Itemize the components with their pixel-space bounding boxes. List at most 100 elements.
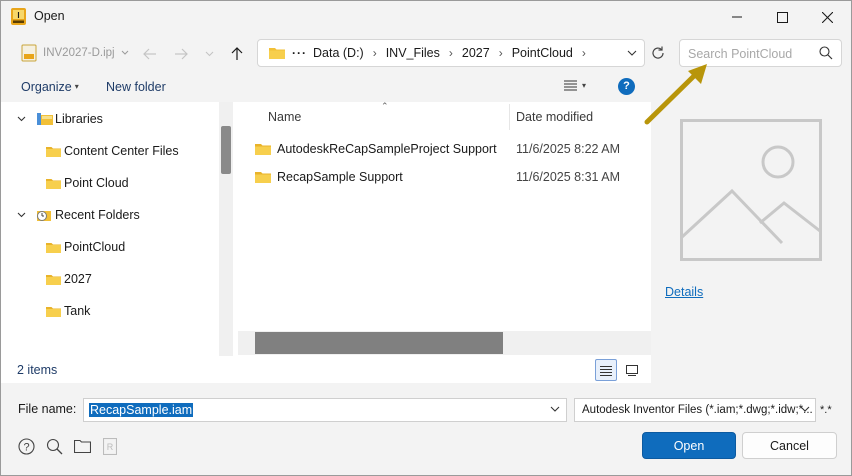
maximize-button[interactable] [759, 1, 805, 33]
breadcrumb-inv-files[interactable]: INV_Files [386, 46, 440, 60]
up-button[interactable] [226, 43, 248, 65]
history-dropdown[interactable] [198, 43, 220, 65]
file-row[interactable]: AutodeskReCapSampleProject Support 11/6/… [255, 138, 645, 160]
organize-label: Organize [21, 80, 72, 94]
folder-icon [46, 306, 61, 317]
help-button[interactable]: ? [618, 78, 635, 95]
search-icon [46, 438, 62, 454]
open-dialog: I Open INV2027-D.ipj ··· Data (D:) › INV… [0, 0, 852, 476]
libraries-icon [37, 113, 53, 125]
navigation-scrollbar[interactable] [219, 102, 233, 356]
refresh-icon[interactable] [649, 44, 667, 62]
back-button[interactable] [139, 43, 161, 65]
chevron-right-icon[interactable]: › [449, 46, 453, 60]
file-name: RecapSample Support [277, 170, 403, 184]
minimize-icon [732, 16, 742, 18]
recent-locations-dropdown[interactable]: INV2027-D.ipj [21, 44, 129, 62]
tree-item-point-cloud[interactable]: Point Cloud [46, 173, 129, 193]
horizontal-scrollbar[interactable] [238, 331, 651, 355]
forward-arrow-icon [175, 48, 188, 60]
folder-icon [46, 178, 61, 189]
inventor-app-icon: I [11, 8, 26, 25]
forward-button[interactable] [170, 43, 192, 65]
tree-item-label: 2027 [64, 272, 92, 286]
open-button[interactable]: Open [642, 432, 736, 459]
recent-folders-icon [37, 211, 51, 221]
large-icons-view-button[interactable] [621, 359, 643, 381]
maximize-icon [776, 11, 788, 23]
tree-item-label: Content Center Files [64, 144, 179, 158]
chevron-right-icon[interactable]: › [373, 46, 377, 60]
help-icon-button[interactable]: ? [17, 437, 35, 455]
search-icon [819, 46, 833, 60]
tree-item-content-center-files[interactable]: Content Center Files [46, 141, 179, 161]
tree-item-recent-folders[interactable]: Recent Folders [1, 205, 217, 225]
find-button[interactable] [45, 437, 63, 455]
file-date: 11/6/2025 8:31 AM [516, 170, 621, 184]
tree-item-label: Recent Folders [55, 208, 140, 222]
folder-icon [46, 274, 61, 285]
close-button[interactable] [804, 1, 850, 33]
organize-menu[interactable]: Organize ▾ [21, 80, 79, 94]
minimize-button[interactable] [714, 1, 760, 33]
breadcrumb-pointcloud[interactable]: PointCloud [512, 46, 573, 60]
file-name-input[interactable]: RecapSample.iam [83, 398, 567, 422]
tree-item-label: Tank [64, 304, 91, 318]
project-file-icon [21, 44, 37, 62]
chevron-down-icon [121, 50, 128, 55]
tree-item-2027[interactable]: 2027 [46, 269, 92, 289]
file-type-select[interactable]: Autodesk Inventor Files (*.iam;*.dwg;*.i… [574, 398, 816, 422]
chevron-down-icon[interactable] [627, 50, 637, 57]
breadcrumb-drive[interactable]: Data (D:) [313, 46, 364, 60]
overflow-icon[interactable]: ··· [292, 46, 307, 60]
tree-item-label: Libraries [55, 112, 103, 126]
svg-text:?: ? [23, 441, 29, 453]
navigation-row: INV2027-D.ipj ··· Data (D:) › INV_Files … [1, 34, 851, 74]
folder-icon [46, 146, 61, 157]
tree-item-tank[interactable]: Tank [46, 301, 90, 321]
column-header-name[interactable]: Name [268, 110, 301, 124]
chevron-down-icon [205, 51, 213, 57]
scrollbar-thumb[interactable] [255, 332, 503, 354]
chevron-right-icon[interactable]: › [582, 46, 586, 60]
file-name: AutodeskReCapSampleProject Support [277, 142, 497, 156]
navigation-pane: Libraries Content Center Files Point Clo… [1, 102, 233, 356]
file-name-label: File name: [18, 402, 77, 416]
options-button[interactable]: R [101, 437, 119, 455]
folder-icon [255, 172, 271, 183]
scrollbar-thumb[interactable] [221, 126, 231, 174]
column-header-date-modified[interactable]: Date modified [516, 110, 593, 124]
window-title: Open [34, 9, 65, 23]
cancel-button[interactable]: Cancel [742, 432, 837, 459]
question-icon: ? [17, 437, 35, 455]
close-icon [821, 11, 833, 23]
chevron-down-icon [17, 212, 26, 218]
view-options-button[interactable]: ▾ [564, 80, 586, 91]
up-arrow-icon [231, 47, 243, 60]
breadcrumb-2027[interactable]: 2027 [462, 46, 490, 60]
extension-filter: *.* [820, 404, 832, 416]
new-folder-button[interactable]: New folder [106, 80, 166, 94]
sort-ascending-icon: ⌃ [381, 101, 389, 111]
file-date: 11/6/2025 8:22 AM [516, 142, 621, 156]
details-view-button[interactable] [595, 359, 617, 381]
recent-location-label: INV2027-D.ipj [43, 47, 115, 59]
status-bar: 2 items [1, 356, 651, 383]
projects-button[interactable] [73, 437, 91, 455]
column-divider[interactable] [509, 104, 510, 130]
svg-text:R: R [107, 442, 114, 452]
file-row[interactable]: RecapSample Support 11/6/2025 8:31 AM [255, 166, 645, 188]
chevron-down-icon [800, 406, 810, 412]
details-link[interactable]: Details [665, 285, 703, 299]
address-bar[interactable]: ··· Data (D:) › INV_Files › 2027 › Point… [257, 39, 645, 67]
annotation-arrow [644, 64, 707, 125]
chevron-down-icon[interactable] [550, 406, 560, 413]
file-list: ⌃ Name Date modified AutodeskReCapSample… [233, 101, 651, 356]
document-options-icon: R [103, 437, 117, 455]
chevron-right-icon[interactable]: › [499, 46, 503, 60]
tree-item-libraries[interactable]: Libraries [1, 109, 217, 129]
tree-item-pointcloud[interactable]: PointCloud [46, 237, 125, 257]
folder-outline-icon [73, 439, 91, 453]
file-type-value: Autodesk Inventor Files (*.iam;*.dwg;*.i… [582, 404, 813, 416]
folder-icon [255, 144, 271, 155]
